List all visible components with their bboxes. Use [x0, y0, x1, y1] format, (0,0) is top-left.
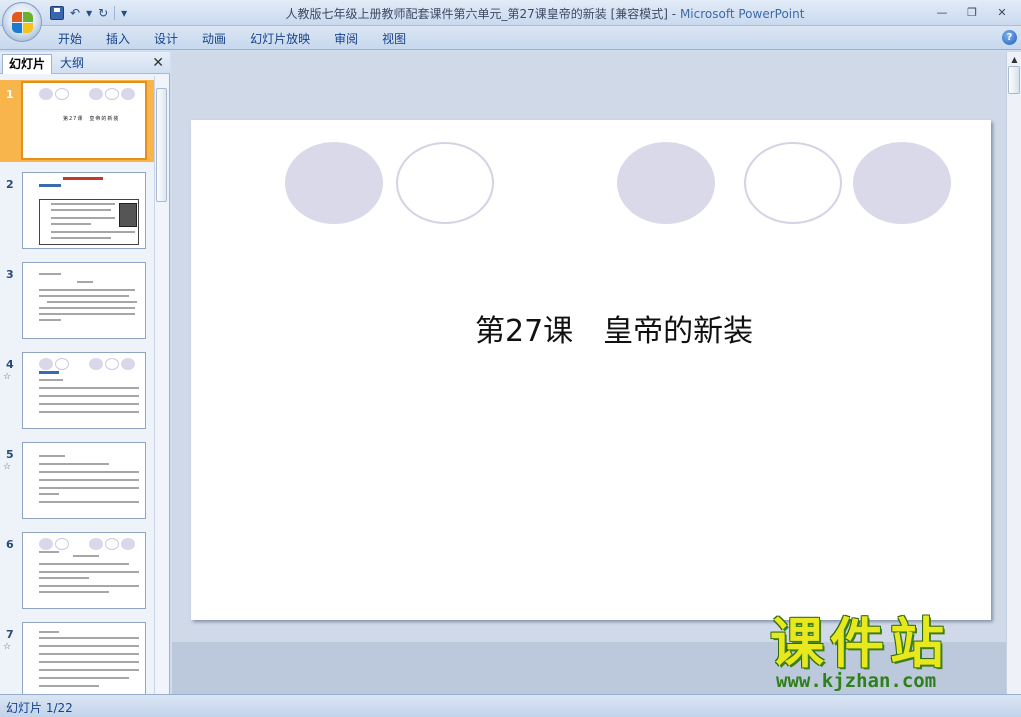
title-bar: ↶ ▾ ↻ ▾ 人教版七年级上册教师配套课件第六单元_第27课皇帝的新装 [兼容… — [0, 0, 1021, 26]
thumbnail-row[interactable]: 3 — [0, 260, 154, 342]
editor-scrollbar[interactable]: ▲ — [1006, 52, 1021, 694]
window-controls: — ❐ ✕ — [927, 2, 1017, 22]
thumbnail-photo — [119, 203, 137, 227]
thumbnail-number: 5 — [6, 448, 14, 461]
maximize-button[interactable]: ❐ — [957, 2, 987, 22]
minimize-button[interactable]: — — [927, 2, 957, 22]
thumbnail-title: 第27课 皇帝的新装 — [63, 116, 120, 122]
thumbnail-row[interactable]: 2 — [0, 170, 154, 252]
slide-thumbnail[interactable] — [22, 532, 146, 609]
close-button[interactable]: ✕ — [987, 2, 1017, 22]
thumbnail-decoration — [39, 538, 139, 550]
thumbnail-number: 1 — [6, 88, 14, 101]
qat-separator — [114, 6, 116, 20]
customize-qat-icon[interactable]: ▾ — [121, 5, 127, 21]
thumbnail-decoration — [39, 88, 139, 100]
thumbnail-number: 7 — [6, 628, 14, 641]
document-title: 人教版七年级上册教师配套课件第六单元_第27课皇帝的新装 [兼容模式] - — [285, 7, 680, 21]
thumbnail-row[interactable]: 7 ☆ — [0, 620, 154, 694]
watermark-url: www.kjzhan.com — [776, 670, 937, 692]
thumbnail-number: 2 — [6, 178, 14, 191]
scrollbar-thumb[interactable] — [156, 88, 167, 202]
redo-icon[interactable]: ↻ — [98, 5, 108, 21]
scrollbar-thumb[interactable] — [1008, 66, 1020, 94]
window-title: 人教版七年级上册教师配套课件第六单元_第27课皇帝的新装 [兼容模式] - Mi… — [200, 5, 890, 22]
tab-insert[interactable]: 插入 — [94, 30, 142, 48]
watermark-logo: 课件站 www.kjzhan.com — [770, 614, 1006, 694]
animation-star-icon: ☆ — [3, 642, 12, 652]
save-icon[interactable] — [50, 6, 64, 20]
decorative-circle — [396, 142, 494, 224]
status-bar: 幻灯片 1/22 — [0, 694, 1021, 717]
decorative-circle — [744, 142, 842, 224]
ribbon-tabs: 开始 插入 设计 动画 幻灯片放映 审阅 视图 — [46, 30, 418, 48]
panel-close-icon[interactable]: ✕ — [152, 55, 164, 71]
tab-slides[interactable]: 幻灯片 — [2, 54, 53, 74]
current-slide[interactable]: 第27课 皇帝的新装 — [191, 120, 991, 620]
tab-review[interactable]: 审阅 — [322, 30, 370, 48]
office-logo-icon — [12, 12, 33, 33]
undo-dropdown-icon[interactable]: ▾ — [86, 5, 92, 21]
slides-panel: 幻灯片 大纲 ✕ 1 第27课 皇帝的新装 2 3 4 ☆ 5 ☆ 6 7 ☆ — [0, 52, 170, 694]
slide-thumbnail[interactable] — [22, 262, 146, 339]
slide-counter: 幻灯片 1/22 — [6, 701, 73, 715]
thumbnail-number: 4 — [6, 358, 14, 371]
animation-star-icon: ☆ — [3, 372, 12, 382]
panel-tabs: 幻灯片 大纲 ✕ — [0, 52, 170, 74]
undo-icon[interactable]: ↶ — [70, 5, 80, 21]
slide-thumbnail[interactable] — [22, 172, 146, 249]
thumbnail-row[interactable]: 5 ☆ — [0, 440, 154, 522]
tab-slideshow[interactable]: 幻灯片放映 — [238, 30, 322, 48]
tab-design[interactable]: 设计 — [142, 30, 190, 48]
tab-animations[interactable]: 动画 — [190, 30, 238, 48]
thumbnail-row[interactable]: 6 — [0, 530, 154, 612]
slide-thumbnail[interactable] — [22, 442, 146, 519]
slide-thumbnail[interactable] — [22, 352, 146, 429]
thumbnail-heading-bar — [63, 177, 103, 180]
tab-view[interactable]: 视图 — [370, 30, 418, 48]
decorative-circle — [617, 142, 715, 224]
decorative-circle — [285, 142, 383, 224]
ribbon: 开始 插入 设计 动画 幻灯片放映 审阅 视图 ? — [0, 26, 1021, 50]
animation-star-icon: ☆ — [3, 462, 12, 472]
thumbnail-list: 1 第27课 皇帝的新装 2 3 4 ☆ 5 ☆ 6 7 ☆ — [0, 76, 154, 694]
thumbnail-number: 3 — [6, 268, 14, 281]
thumbnail-decoration — [39, 358, 139, 370]
thumbnail-tag — [39, 371, 59, 374]
slide-title[interactable]: 第27课 皇帝的新装 — [475, 306, 753, 350]
decorative-circle — [853, 142, 951, 224]
thumbnail-scrollbar[interactable] — [154, 76, 168, 694]
quick-access-toolbar: ↶ ▾ ↻ ▾ — [50, 4, 127, 22]
slide-editor: 第27课 皇帝的新装 — [172, 52, 1006, 694]
watermark-text: 课件站 — [770, 612, 950, 675]
tab-home[interactable]: 开始 — [46, 30, 94, 48]
tab-outline[interactable]: 大纲 — [54, 54, 90, 74]
office-button[interactable] — [2, 2, 42, 42]
app-name: Microsoft PowerPoint — [679, 7, 805, 21]
thumbnail-tag — [39, 184, 61, 187]
scroll-up-icon[interactable]: ▲ — [1009, 54, 1020, 65]
slide-thumbnail[interactable] — [22, 622, 146, 694]
help-icon[interactable]: ? — [1002, 30, 1017, 45]
thumbnail-number: 6 — [6, 538, 14, 551]
thumbnail-row[interactable]: 1 第27课 皇帝的新装 — [0, 80, 154, 162]
thumbnail-row[interactable]: 4 ☆ — [0, 350, 154, 432]
slide-thumbnail[interactable]: 第27课 皇帝的新装 — [21, 81, 147, 160]
